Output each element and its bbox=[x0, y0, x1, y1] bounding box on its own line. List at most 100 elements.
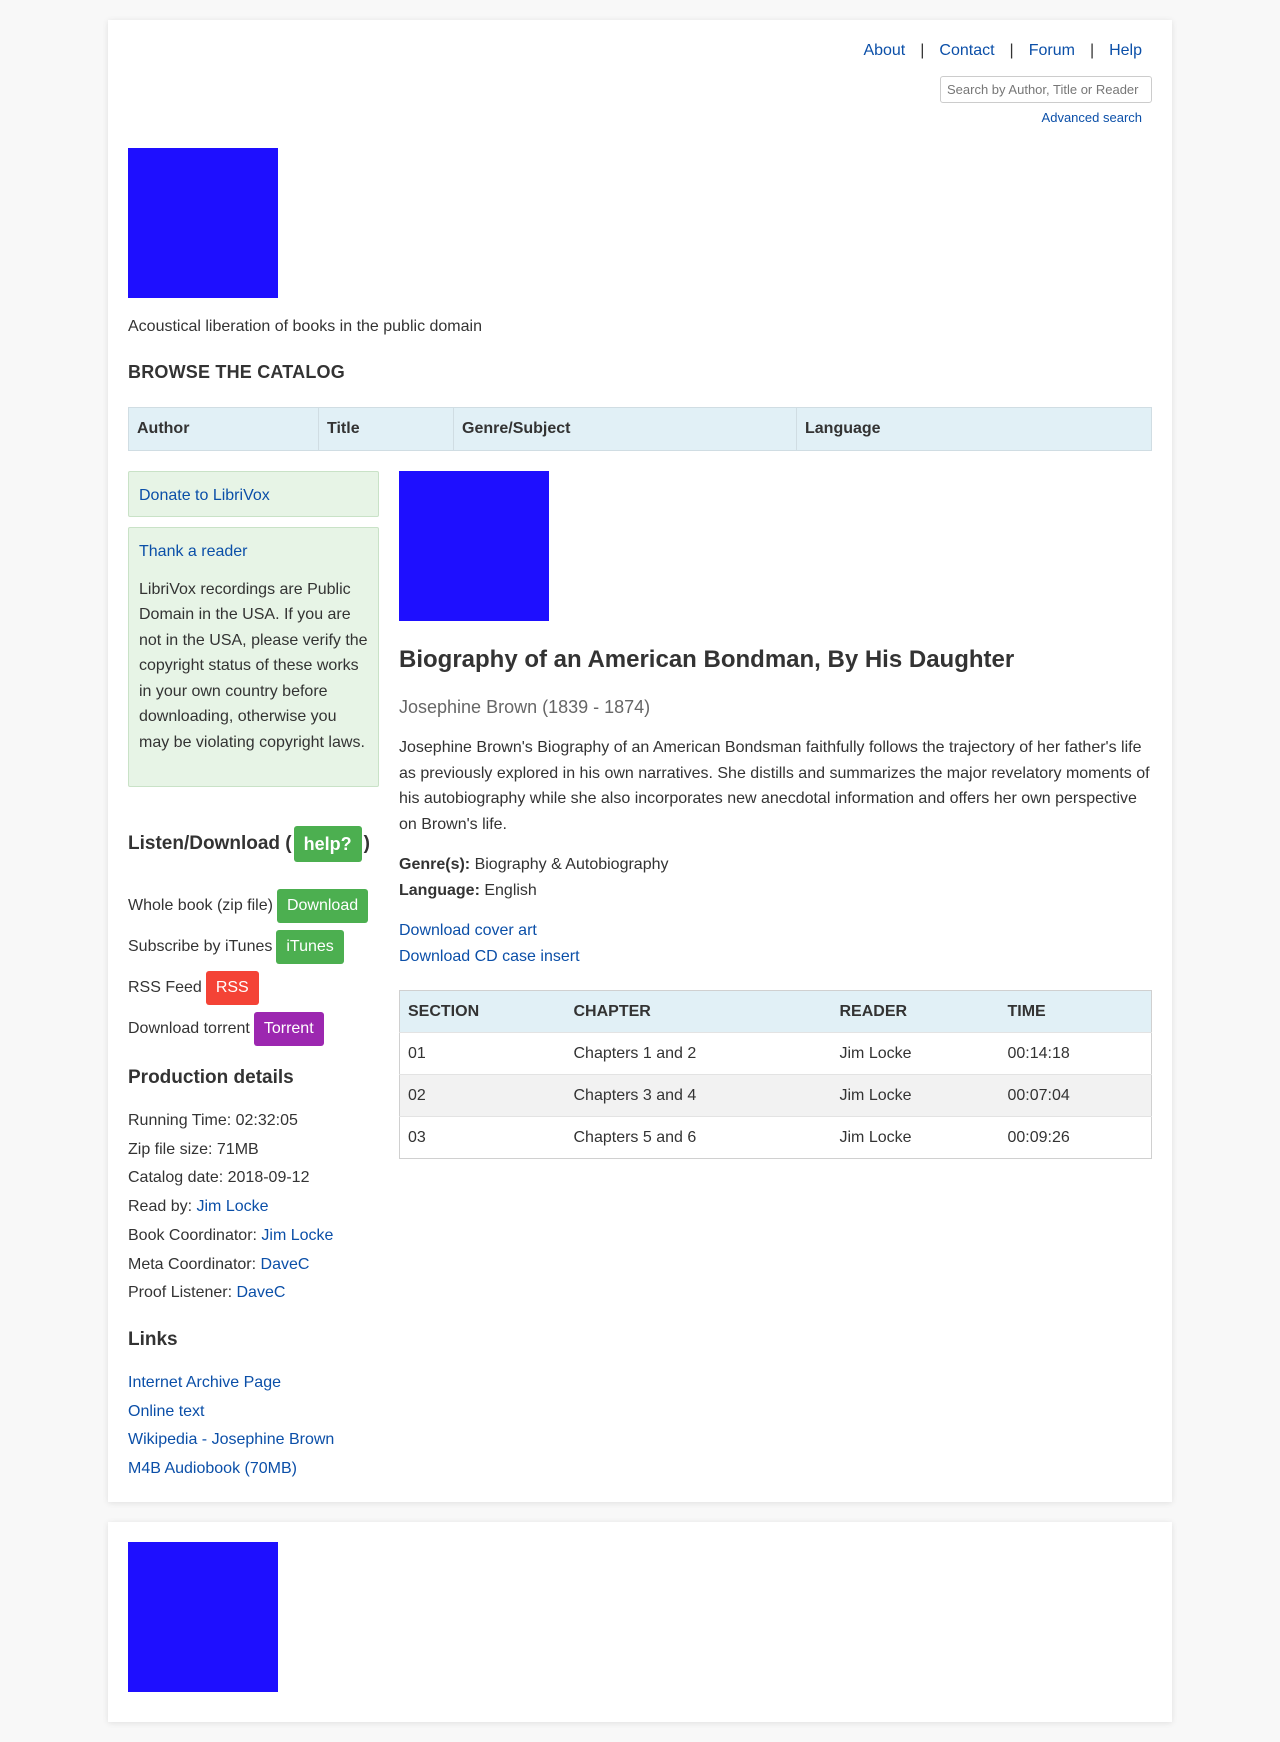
itunes-label: Subscribe by iTunes bbox=[128, 937, 273, 955]
browse-catalog-tabs: Author Title Genre/Subject Language bbox=[128, 407, 1152, 451]
table-row: 03 Chapters 5 and 6 Jim Locke 00:09:26 bbox=[399, 1116, 1152, 1159]
book-description: Josephine Brown's Biography of an Americ… bbox=[399, 739, 1150, 833]
download-row-zip: Whole book (zip file) Download bbox=[128, 885, 369, 926]
browse-tab-genre[interactable]: Genre/Subject bbox=[454, 408, 797, 450]
section-column-header: SECTION bbox=[399, 990, 566, 1033]
language-row: Language: English bbox=[399, 878, 1152, 904]
listen-heading-text: Listen/Download ( bbox=[128, 833, 292, 854]
chapter-column-header: CHAPTER bbox=[565, 990, 832, 1033]
sidebar: Donate to LibriVox Thank a reader LibriV… bbox=[128, 471, 379, 1477]
running-time: Running Time: 02:32:05 bbox=[128, 1112, 298, 1129]
reader-link[interactable]: Jim Locke bbox=[840, 1087, 912, 1104]
nav-separator: | bbox=[920, 42, 925, 59]
footer-logo bbox=[128, 1542, 278, 1692]
book-title: Biography of an American Bondman, By His… bbox=[399, 646, 1015, 673]
help-button[interactable]: help? bbox=[293, 826, 362, 862]
download-options: Whole book (zip file) Download Subscribe… bbox=[128, 885, 369, 1049]
read-by-label: Read by: bbox=[128, 1198, 197, 1216]
table-row: 01 Chapters 1 and 2 Jim Locke 00:14:18 bbox=[399, 1032, 1152, 1075]
meta-coordinator-label: Meta Coordinator: bbox=[128, 1255, 261, 1273]
links-heading: Links bbox=[128, 1329, 178, 1350]
language-value: English bbox=[484, 882, 537, 899]
production-details-list: Running Time: 02:32:05 Zip file size: 71… bbox=[128, 1107, 333, 1308]
m4b-audiobook-link[interactable]: M4B Audiobook (70MB) bbox=[128, 1460, 297, 1477]
footer-card bbox=[108, 1522, 1172, 1722]
donate-link[interactable]: Donate to LibriVox bbox=[139, 487, 270, 504]
reader-column-header: READER bbox=[831, 990, 1000, 1033]
rss-label: RSS Feed bbox=[128, 978, 202, 996]
section-time: 00:09:26 bbox=[999, 1116, 1152, 1159]
section-number: 02 bbox=[399, 1074, 566, 1117]
book-cover-image bbox=[399, 471, 549, 621]
internet-archive-link[interactable]: Internet Archive Page bbox=[128, 1374, 281, 1391]
proof-listener-label: Proof Listener: bbox=[128, 1284, 237, 1302]
rss-button[interactable]: RSS bbox=[205, 970, 259, 1005]
book-meta: Genre(s): Biography & Autobiography Lang… bbox=[399, 852, 1152, 904]
chapter-link[interactable]: Chapters 1 and 2 bbox=[574, 1045, 697, 1062]
site-logo[interactable] bbox=[128, 148, 278, 298]
nav-help-link[interactable]: Help bbox=[1109, 42, 1142, 60]
download-cd-insert-link[interactable]: Download CD case insert bbox=[399, 948, 580, 965]
online-text-link[interactable]: Online text bbox=[128, 1403, 204, 1420]
search-input[interactable] bbox=[940, 76, 1152, 103]
download-row-rss: RSS Feed RSS bbox=[128, 967, 368, 1008]
book-coordinator-label: Book Coordinator: bbox=[128, 1226, 262, 1244]
links-list: Internet Archive Page Online text Wikipe… bbox=[128, 1369, 334, 1484]
time-column-header: TIME bbox=[999, 990, 1152, 1033]
browse-tab-language[interactable]: Language bbox=[797, 408, 1151, 450]
language-label: Language: bbox=[399, 882, 480, 899]
book-author: Josephine Brown (1839 - 1874) bbox=[399, 697, 651, 717]
genre-row: Genre(s): Biography & Autobiography bbox=[399, 852, 1152, 878]
download-row-torrent: Download torrent Torrent bbox=[128, 1008, 368, 1049]
download-zip-button[interactable]: Download bbox=[276, 888, 369, 923]
meta-coordinator-row: Meta Coordinator: DaveC bbox=[128, 1251, 333, 1280]
browse-catalog-heading: BROWSE THE CATALOG bbox=[128, 362, 345, 382]
chapter-link[interactable]: Chapters 5 and 6 bbox=[574, 1129, 697, 1146]
browse-tab-author[interactable]: Author bbox=[129, 408, 319, 450]
read-by-row: Read by: Jim Locke bbox=[128, 1193, 333, 1222]
book-coordinator-row: Book Coordinator: Jim Locke bbox=[128, 1222, 333, 1251]
top-nav: About | Contact | Forum | Help bbox=[863, 42, 1142, 60]
section-time: 00:07:04 bbox=[999, 1074, 1152, 1117]
wikipedia-link[interactable]: Wikipedia - Josephine Brown bbox=[128, 1431, 334, 1448]
catalog-date: Catalog date: 2018-09-12 bbox=[128, 1169, 310, 1187]
site-tagline: Acoustical liberation of books in the pu… bbox=[128, 318, 482, 335]
nav-forum-link[interactable]: Forum bbox=[1029, 42, 1075, 60]
proof-listener-link[interactable]: DaveC bbox=[237, 1284, 286, 1301]
itunes-button[interactable]: iTunes bbox=[276, 929, 344, 964]
thank-reader-box: Thank a reader LibriVox recordings are P… bbox=[128, 527, 379, 787]
advanced-search-link[interactable]: Advanced search bbox=[1042, 110, 1142, 125]
thank-reader-link[interactable]: Thank a reader bbox=[139, 543, 248, 560]
sections-header-row: SECTION CHAPTER READER TIME bbox=[399, 990, 1152, 1033]
book-content: Biography of an American Bondman, By His… bbox=[399, 471, 1152, 1159]
torrent-label: Download torrent bbox=[128, 1019, 250, 1037]
genre-label: Genre(s): bbox=[399, 856, 471, 873]
torrent-button[interactable]: Torrent bbox=[253, 1011, 324, 1046]
genre-value: Biography & Autobiography bbox=[474, 856, 669, 873]
nav-contact-link[interactable]: Contact bbox=[939, 42, 994, 60]
donate-box: Donate to LibriVox bbox=[128, 471, 379, 517]
listen-download-heading: Listen/Download ( help? ) bbox=[128, 826, 370, 862]
nav-about-link[interactable]: About bbox=[863, 42, 905, 60]
production-details-heading: Production details bbox=[128, 1067, 294, 1088]
main-card: About | Contact | Forum | Help Advanced … bbox=[108, 20, 1172, 1502]
download-zip-label: Whole book (zip file) bbox=[128, 896, 273, 914]
download-cover-art-link[interactable]: Download cover art bbox=[399, 922, 537, 939]
listen-heading-close: ) bbox=[363, 833, 370, 854]
meta-coordinator-link[interactable]: DaveC bbox=[261, 1256, 310, 1273]
nav-separator: | bbox=[1089, 42, 1095, 59]
book-coordinator-link[interactable]: Jim Locke bbox=[261, 1227, 333, 1244]
nav-separator: | bbox=[1009, 42, 1014, 59]
download-row-itunes: Subscribe by iTunes iTunes bbox=[128, 926, 368, 967]
browse-tab-title[interactable]: Title bbox=[319, 408, 454, 450]
read-by-link[interactable]: Jim Locke bbox=[196, 1198, 268, 1215]
reader-link[interactable]: Jim Locke bbox=[840, 1045, 912, 1062]
reader-link[interactable]: Jim Locke bbox=[840, 1129, 912, 1146]
sections-table: SECTION CHAPTER READER TIME 01 Chapters … bbox=[399, 990, 1152, 1159]
zip-file-size: Zip file size: 71MB bbox=[128, 1140, 259, 1158]
table-row: 02 Chapters 3 and 4 Jim Locke 00:07:04 bbox=[399, 1074, 1152, 1117]
section-time: 00:14:18 bbox=[999, 1032, 1152, 1075]
copyright-note: LibriVox recordings are Public Domain in… bbox=[139, 580, 368, 751]
section-number: 03 bbox=[399, 1116, 566, 1159]
chapter-link[interactable]: Chapters 3 and 4 bbox=[574, 1087, 697, 1104]
